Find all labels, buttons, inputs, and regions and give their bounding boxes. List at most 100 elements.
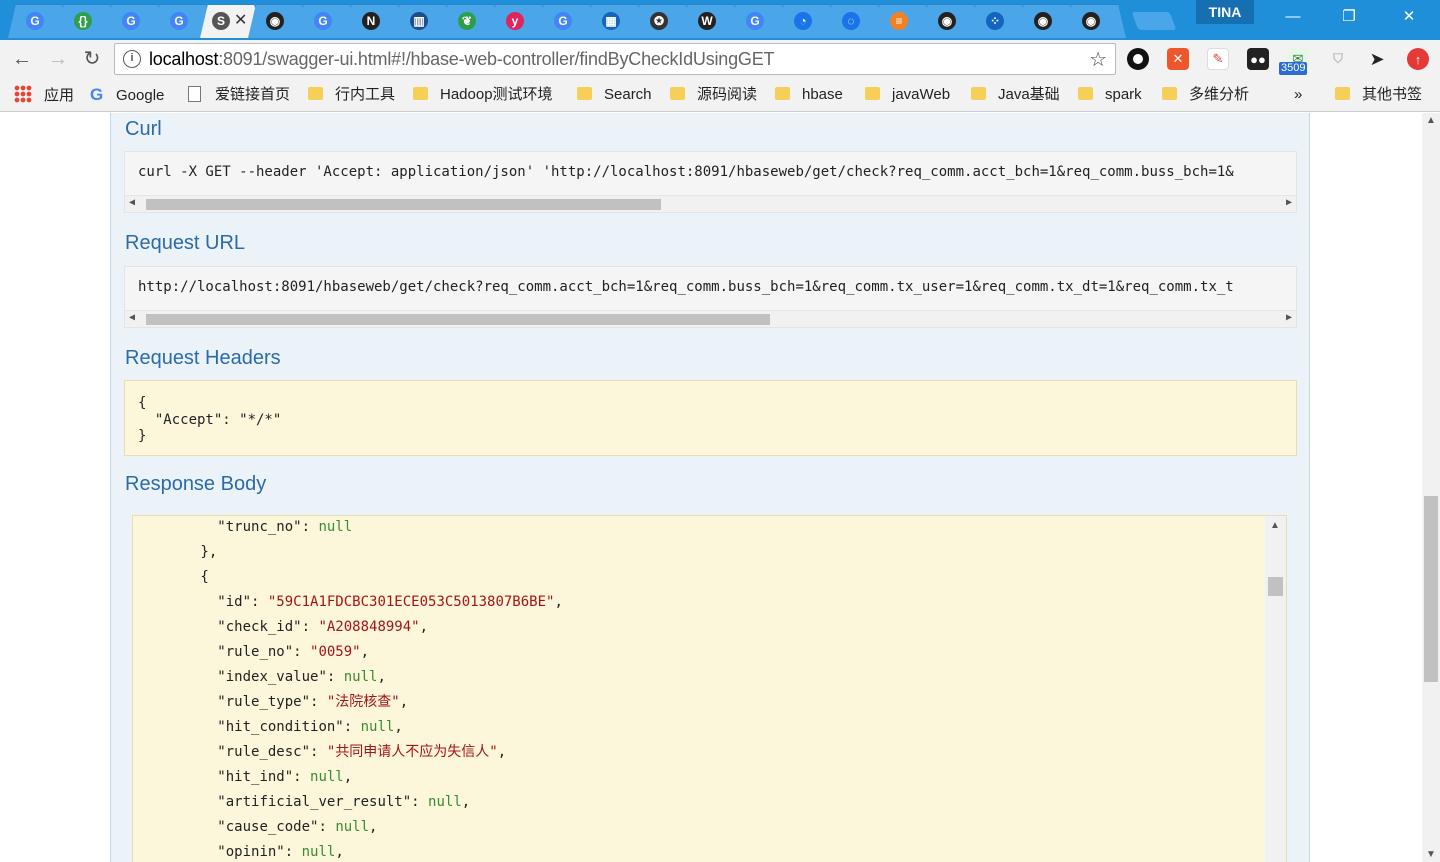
bookmark-item[interactable]: javaWeb [865, 85, 950, 107]
response-scroll-thumb[interactable] [1268, 577, 1283, 596]
google-icon: G [90, 85, 104, 104]
json-comma: , [377, 669, 386, 685]
scroll-left-icon[interactable]: ◀ [129, 197, 135, 208]
extension-upload-icon[interactable]: ↑ [1407, 48, 1429, 70]
bookmark-label: 源码阅读 [697, 86, 758, 103]
bookmark-label: hbase [802, 86, 843, 103]
profile-button[interactable]: TINA [1196, 0, 1254, 24]
json-comma: , [461, 794, 471, 810]
forward-arrow-icon[interactable]: → [46, 48, 70, 72]
bookmark-item[interactable]: 爱链接首页 [188, 85, 290, 107]
page-viewport: Curl curl -X GET --header 'Accept: appli… [0, 113, 1422, 862]
bookmark-item[interactable]: 多维分析 [1162, 85, 1249, 107]
bookmark-item[interactable]: Java基础 [971, 85, 1060, 107]
swagger-response-panel: Curl curl -X GET --header 'Accept: appli… [110, 113, 1310, 862]
json-line: "check_id": "A208848994", [133, 617, 428, 642]
bookmark-label: spark [1105, 86, 1142, 103]
json-line: "hit_ind": null, [133, 767, 352, 792]
bookmark-item[interactable]: spark [1078, 85, 1142, 107]
url-text[interactable]: localhost:8091/swagger-ui.html#!/hbase-w… [149, 49, 775, 70]
restore-button[interactable]: ❐ [1326, 0, 1372, 34]
json-line: "rule_no": "0059", [133, 642, 369, 667]
close-window-button[interactable]: ✕ [1386, 0, 1432, 34]
bookmark-label: Java基础 [998, 86, 1060, 103]
scroll-up-icon[interactable]: ▲ [1426, 115, 1436, 126]
extension-x-icon[interactable]: ✕ [1167, 48, 1189, 70]
reload-icon[interactable]: ↻ [80, 48, 104, 72]
url-path: :8091/swagger-ui.html#!/hbase-web-contro… [218, 49, 775, 69]
json-comma: , [343, 769, 353, 785]
json-comma: , [360, 644, 370, 660]
bookmark-star-icon[interactable]: ☆ [1089, 47, 1107, 72]
request-url-scroll-thumb[interactable] [146, 314, 770, 325]
bookmark-item[interactable]: Search [577, 85, 652, 107]
back-arrow-icon[interactable]: ← [10, 48, 34, 72]
bookmark-item[interactable]: hbase [775, 85, 843, 107]
folder-icon [775, 87, 790, 100]
curl-horizontal-scrollbar[interactable]: ◀ ▶ [125, 195, 1296, 212]
page-vertical-scrollbar[interactable]: ▲ ▼ [1422, 113, 1440, 862]
bookmark-label: 应用 [44, 87, 75, 104]
scroll-down-icon[interactable]: ▼ [1426, 849, 1436, 860]
json-colon: : [318, 819, 336, 835]
page-scroll-thumb[interactable] [1424, 496, 1438, 682]
response-vertical-scrollbar[interactable]: ▲ [1265, 516, 1286, 862]
folder-icon [1162, 87, 1177, 100]
bookmark-label: 其他书签 [1362, 86, 1423, 103]
github-icon: ◉ [1082, 12, 1100, 30]
json-colon: : [284, 844, 302, 860]
scroll-left-icon[interactable]: ◀ [129, 312, 135, 323]
bookmarks-overflow-button[interactable]: » [1294, 85, 1302, 107]
json-key: "trunc_no" [217, 519, 302, 535]
extension-owl-icon[interactable]: ●● [1247, 48, 1269, 70]
json-value: "法院核查" [326, 694, 400, 710]
extension-shield-icon[interactable]: ⛉ [1327, 48, 1349, 70]
bookmark-item[interactable]: G Google [90, 85, 164, 107]
other-bookmarks-item[interactable]: 其他书签 [1335, 85, 1422, 107]
bookmark-item[interactable]: 应用 [14, 85, 74, 107]
request-headers-box: { "Accept": "*/*" } [124, 380, 1297, 456]
json-key: "hit_condition" [217, 719, 344, 735]
json-key: "hit_ind" [217, 769, 294, 785]
bookmark-item[interactable]: Hadoop测试环境 [413, 85, 553, 107]
scroll-up-icon[interactable]: ▲ [1270, 520, 1280, 531]
curl-heading: Curl [125, 118, 162, 140]
address-bar[interactable]: i localhost:8091/swagger-ui.html#!/hbase… [114, 43, 1116, 75]
response-body-box[interactable]: "trunc_no": null }, { "id": "59C1A1FDCBC… [132, 515, 1287, 862]
google-icon: G [746, 12, 764, 30]
json-colon: : [411, 794, 429, 810]
scroll-right-icon[interactable]: ▶ [1286, 312, 1292, 323]
curl-scroll-thumb[interactable] [146, 199, 661, 210]
wikipedia-icon: W [698, 12, 716, 30]
bookmark-item[interactable]: 源码阅读 [670, 85, 757, 107]
request-url-text: http://localhost:8091/hbaseweb/get/check… [138, 279, 1234, 295]
json-line: "opinin": null, [133, 842, 343, 862]
json-value: "59C1A1FDCBC301ECE053C5013807B6BE" [267, 594, 555, 610]
folder-icon [1078, 87, 1093, 100]
info-icon[interactable]: i [123, 50, 141, 68]
browser-tab[interactable]: ◉ [1064, 4, 1126, 38]
request-url-box: http://localhost:8091/hbaseweb/get/check… [124, 266, 1297, 328]
bookmark-item[interactable]: 行内工具 [308, 85, 395, 107]
scroll-right-icon[interactable]: ▶ [1286, 197, 1292, 208]
folder-icon [670, 87, 685, 100]
google-icon: G [122, 12, 140, 30]
y-logo-icon: y [506, 12, 524, 30]
json-key: "cause_code" [217, 819, 319, 835]
json-key: "index_value" [217, 669, 327, 685]
bookmark-label: 多维分析 [1189, 86, 1250, 103]
minimize-button[interactable]: — [1270, 0, 1316, 34]
extension-ring-icon[interactable] [1127, 48, 1149, 70]
json-colon: : [293, 644, 311, 660]
folder-icon [308, 87, 323, 100]
tab-strip: G {} G G S ✕ ◉ G N ▥ ❦ y G ▦ ✪ W G ◔ ◌ ≡ ◉ ⁘ ◉ ◉ [0, 0, 1195, 38]
close-tab-icon[interactable]: ✕ [234, 10, 247, 30]
extension-play-icon[interactable]: ➤ [1366, 48, 1388, 70]
new-tab-button[interactable] [1131, 12, 1177, 30]
json-comma: , [399, 694, 409, 710]
request-url-horizontal-scrollbar[interactable]: ◀ ▶ [125, 310, 1296, 327]
extension-pen-icon[interactable]: ✎ [1207, 48, 1229, 70]
